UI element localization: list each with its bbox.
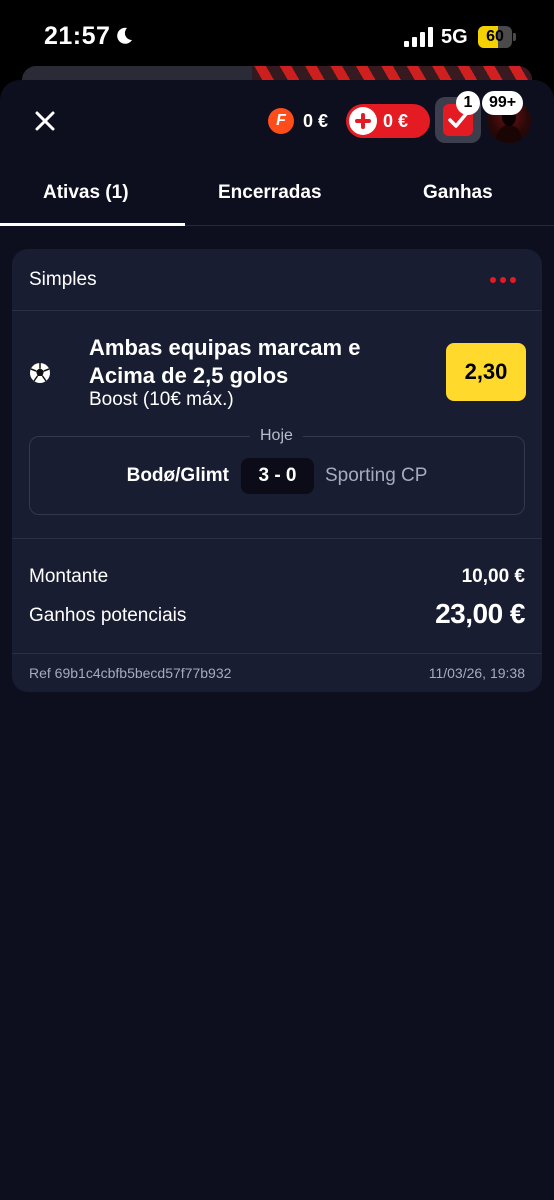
betslip-count-badge: 1 — [456, 91, 480, 115]
home-team: Bodø/Glimt — [126, 465, 229, 486]
freebet-balance[interactable]: F 0 € — [268, 107, 328, 135]
more-options-button[interactable] — [490, 271, 520, 289]
market-title-line-2: Acima de 2,5 golos — [89, 363, 289, 388]
freebet-amount: 0 € — [303, 110, 329, 131]
battery-indicator: 60 — [478, 26, 516, 48]
bet-card[interactable]: Simples Ambas equipas marcam e Acima de … — [12, 249, 542, 692]
divider — [12, 310, 542, 311]
plus-icon — [349, 107, 377, 135]
more-icon-dot — [500, 277, 506, 283]
away-team: Sporting CP — [325, 465, 428, 486]
footer-divider — [12, 653, 542, 654]
close-icon — [35, 111, 55, 131]
active-tab-indicator — [0, 223, 185, 226]
status-time: 21:57 — [44, 22, 111, 50]
boost-label: Boost (10€ máx.) — [89, 389, 234, 410]
notifications-badge: 99+ — [482, 91, 524, 115]
tab-closed-bets[interactable]: Encerradas — [218, 182, 322, 204]
stake-label: Montante — [29, 566, 109, 587]
battery-percent: 60 — [486, 28, 504, 45]
bet-reference: Ref 69b1c4cbfb5becd57f77b932 — [29, 665, 232, 681]
payout-label: Ganhos potenciais — [29, 605, 187, 626]
balance-amount: 0 € — [383, 110, 409, 131]
freebet-icon: F — [268, 108, 294, 134]
bet-placed-date: 11/03/26, 19:38 — [428, 665, 525, 681]
score: 3 - 0 — [241, 458, 314, 494]
market-title: Ambas equipas marcam e Acima de 2,5 golo… — [89, 334, 429, 390]
my-bets-sheet: F 0 € 0 € 1 99+ Ativas (1) Encerradas Ga… — [0, 80, 554, 1200]
event-box[interactable]: Hoje Bodø/Glimt 3 - 0 Sporting CP — [29, 427, 525, 515]
tab-won-bets[interactable]: Ganhas — [423, 182, 493, 204]
soccer-ball-icon — [30, 363, 50, 383]
signal-icon — [404, 27, 433, 47]
market-title-line-1: Ambas equipas marcam e — [89, 335, 361, 360]
more-icon-dot — [510, 277, 516, 283]
network-label: 5G — [441, 26, 468, 48]
deposit-button[interactable]: 0 € — [346, 104, 430, 138]
payout-value: 23,00 € — [435, 598, 525, 629]
status-bar: 21:57 5G 60 — [0, 0, 554, 70]
event-date-label: Hoje — [250, 427, 303, 445]
close-button[interactable] — [30, 106, 60, 136]
odds-badge: 2,30 — [446, 343, 526, 401]
moon-icon — [117, 27, 132, 44]
stake-value: 10,00 € — [461, 566, 525, 587]
bets-tabs: Ativas (1) Encerradas Ganhas — [0, 168, 554, 226]
more-icon — [490, 277, 496, 283]
bet-type-label: Simples — [29, 269, 97, 290]
tab-active-bets[interactable]: Ativas (1) — [43, 182, 129, 204]
divider — [12, 538, 542, 539]
